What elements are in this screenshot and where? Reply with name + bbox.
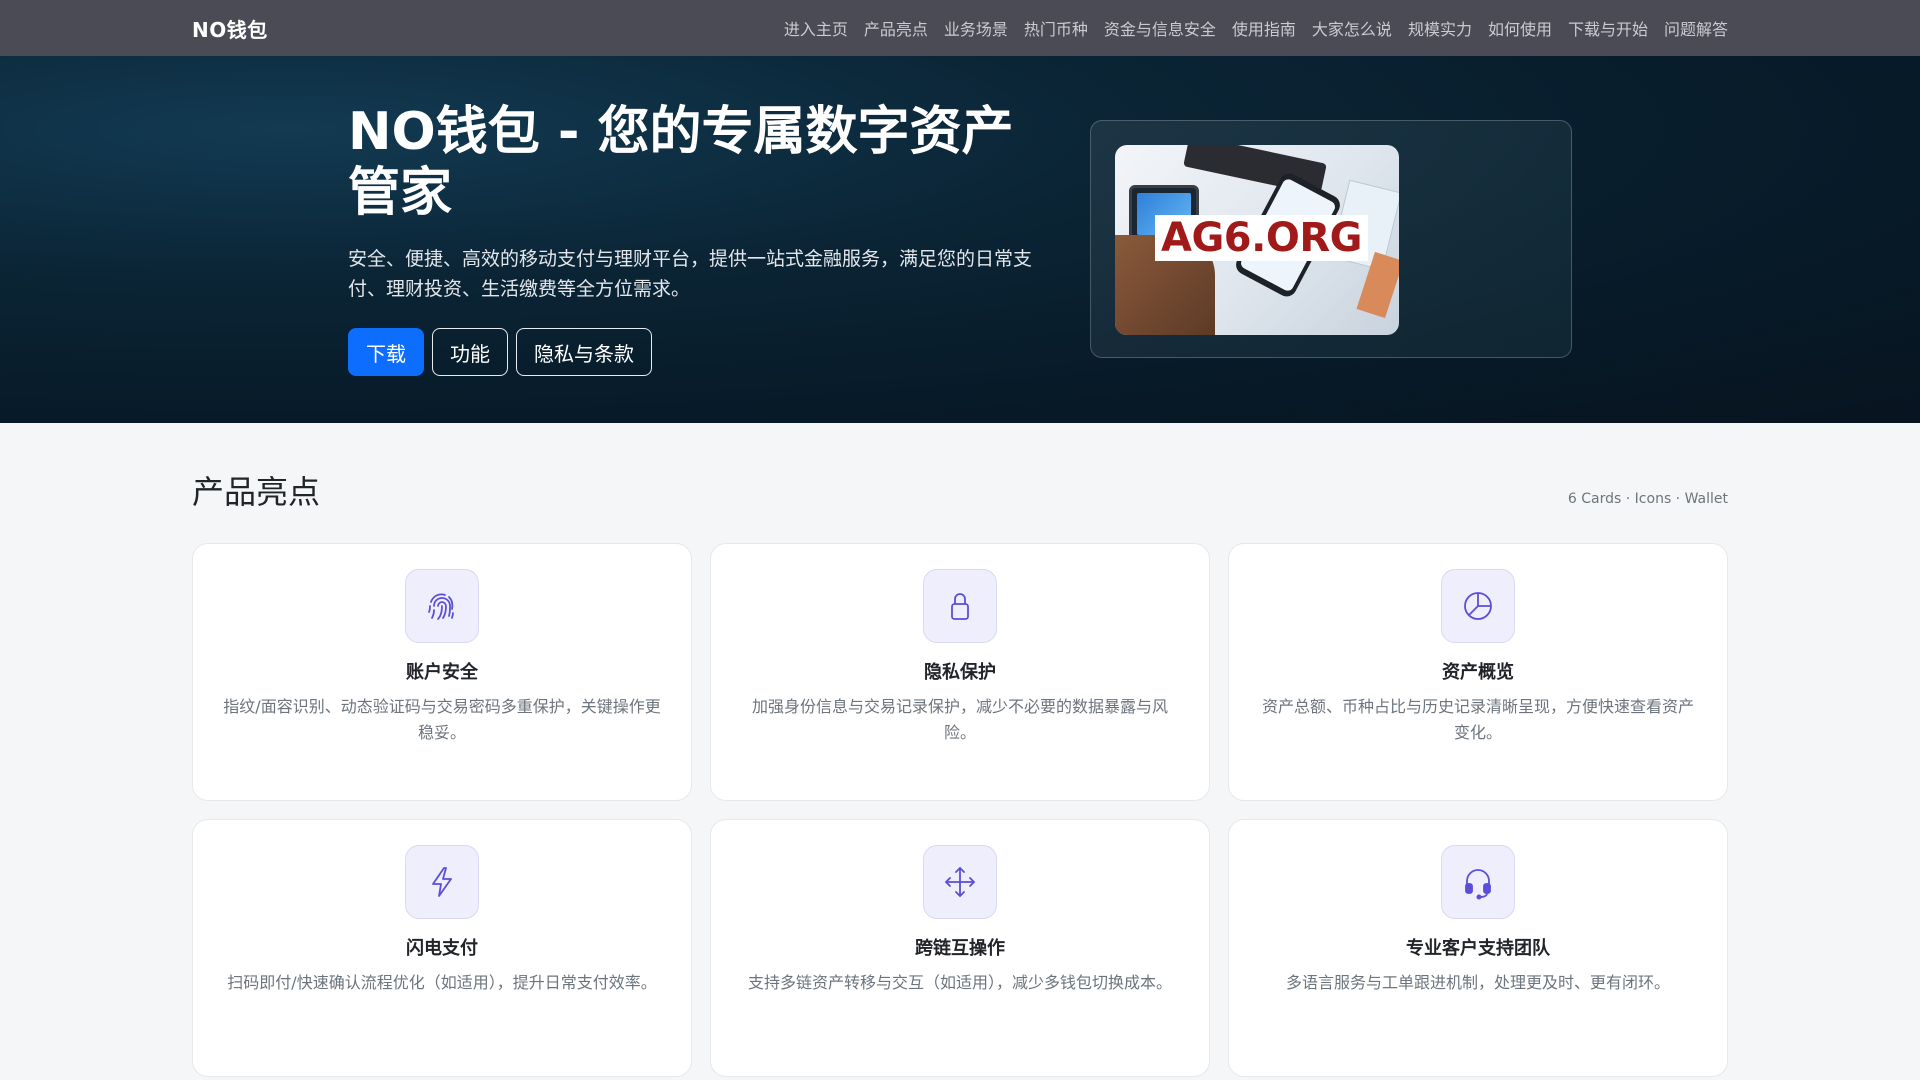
nav-link-highlights[interactable]: 产品亮点 — [864, 16, 928, 40]
nav-links: 进入主页 产品亮点 业务场景 热门币种 资金与信息安全 使用指南 大家怎么说 规… — [784, 16, 1728, 40]
feature-grid: 账户安全 指纹/面容识别、动态验证码与交易密码多重保护，关键操作更稳妥。 隐私保… — [192, 543, 1728, 1077]
feature-card: 闪电支付 扫码即付/快速确认流程优化（如适用），提升日常支付效率。 — [192, 819, 692, 1077]
hero-section: NO钱包 - 您的专属数字资产管家 安全、便捷、高效的移动支付与理财平台，提供一… — [0, 56, 1920, 423]
card-description: 支持多链资产转移与交互（如适用），减少多钱包切换成本。 — [747, 973, 1172, 992]
nav-link-reviews[interactable]: 大家怎么说 — [1312, 16, 1392, 40]
section-header: 产品亮点 6 Cards · Icons · Wallet — [192, 467, 1728, 513]
card-title: 资产概览 — [1442, 662, 1514, 683]
fingerprint-icon — [405, 569, 479, 643]
card-title: 跨链互操作 — [915, 938, 1005, 959]
hero-buttons: 下载 功能 隐私与条款 — [348, 328, 1038, 376]
card-title: 账户安全 — [406, 662, 478, 683]
nav-link-security[interactable]: 资金与信息安全 — [1104, 16, 1216, 40]
features-button[interactable]: 功能 — [432, 328, 508, 376]
card-description: 多语言服务与工单跟进机制，处理更及时、更有闭环。 — [1285, 973, 1670, 992]
brand-logo[interactable]: NO钱包 — [192, 14, 268, 43]
nav-link-scale[interactable]: 规模实力 — [1408, 16, 1472, 40]
hero-content: NO钱包 - 您的专属数字资产管家 安全、便捷、高效的移动支付与理财平台，提供一… — [348, 102, 1038, 376]
hero-image: AG6.ORG — [1115, 145, 1399, 335]
nav-link-guide[interactable]: 使用指南 — [1232, 16, 1296, 40]
hero-subtitle: 安全、便捷、高效的移动支付与理财平台，提供一站式金融服务，满足您的日常支付、理财… — [348, 248, 1033, 300]
features-section: 产品亮点 6 Cards · Icons · Wallet 账户安全 指纹/面容… — [192, 423, 1728, 1077]
nav-link-download[interactable]: 下载与开始 — [1568, 16, 1648, 40]
lock-icon — [923, 569, 997, 643]
card-description: 扫码即付/快速确认流程优化（如适用），提升日常支付效率。 — [227, 973, 657, 992]
card-description: 加强身份信息与交易记录保护，减少不必要的数据暴露与风险。 — [751, 697, 1168, 742]
feature-card: 账户安全 指纹/面容识别、动态验证码与交易密码多重保护，关键操作更稳妥。 — [192, 543, 692, 801]
hero-image-card: AG6.ORG — [1090, 120, 1572, 358]
feature-card: 专业客户支持团队 多语言服务与工单跟进机制，处理更及时、更有闭环。 — [1228, 819, 1728, 1077]
feature-card: 跨链互操作 支持多链资产转移与交互（如适用），减少多钱包切换成本。 — [710, 819, 1210, 1077]
nav-link-faq[interactable]: 问题解答 — [1664, 16, 1728, 40]
privacy-terms-button[interactable]: 隐私与条款 — [516, 328, 652, 376]
feature-card: 隐私保护 加强身份信息与交易记录保护，减少不必要的数据暴露与风险。 — [710, 543, 1210, 801]
card-title: 专业客户支持团队 — [1406, 938, 1550, 959]
feature-card: 资产概览 资产总额、币种占比与历史记录清晰呈现，方便快速查看资产变化。 — [1228, 543, 1728, 801]
image-watermark: AG6.ORG — [1155, 215, 1368, 261]
download-button[interactable]: 下载 — [348, 328, 424, 376]
navbar-inner: NO钱包 进入主页 产品亮点 业务场景 热门币种 资金与信息安全 使用指南 大家… — [192, 14, 1728, 43]
pie-chart-icon — [1441, 569, 1515, 643]
card-description: 资产总额、币种占比与历史记录清晰呈现，方便快速查看资产变化。 — [1261, 697, 1694, 742]
section-title: 产品亮点 — [192, 473, 321, 511]
card-title: 闪电支付 — [406, 938, 478, 959]
nav-link-home[interactable]: 进入主页 — [784, 16, 848, 40]
nav-link-scenarios[interactable]: 业务场景 — [944, 16, 1008, 40]
arrows-move-icon — [923, 845, 997, 919]
card-description: 指纹/面容识别、动态验证码与交易密码多重保护，关键操作更稳妥。 — [223, 697, 661, 742]
nav-link-how-to-use[interactable]: 如何使用 — [1488, 16, 1552, 40]
nav-link-coins[interactable]: 热门币种 — [1024, 16, 1088, 40]
navbar: NO钱包 进入主页 产品亮点 业务场景 热门币种 资金与信息安全 使用指南 大家… — [0, 0, 1920, 56]
lightning-icon — [405, 845, 479, 919]
section-meta: 6 Cards · Icons · Wallet — [1567, 491, 1728, 507]
headset-icon — [1441, 845, 1515, 919]
card-title: 隐私保护 — [924, 662, 996, 683]
hero-title: NO钱包 - 您的专属数字资产管家 — [348, 102, 1014, 223]
